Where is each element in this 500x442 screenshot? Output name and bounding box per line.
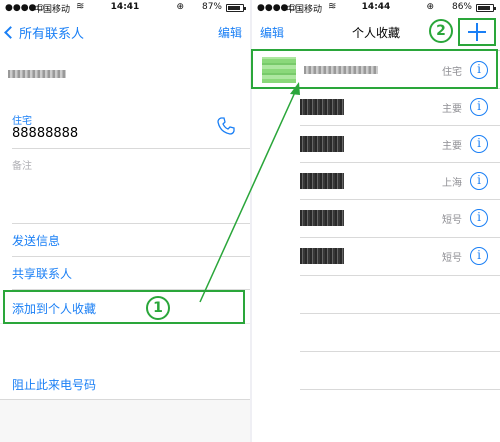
phone-icon[interactable] (216, 116, 236, 136)
info-icon[interactable]: i (470, 172, 488, 190)
contact-name-redacted (300, 173, 344, 189)
contact-name-redacted (300, 210, 344, 226)
phone-type-label: 住宅 (12, 116, 32, 127)
phone-number[interactable]: 88888888 (12, 126, 78, 141)
list-item[interactable]: 主要 i (252, 88, 500, 126)
contact-name-redacted (300, 99, 344, 115)
divider (12, 148, 250, 149)
note-label[interactable]: 备注 (12, 157, 32, 172)
list-item[interactable]: 上海 i (252, 162, 500, 200)
share-contact-link[interactable]: 共享联系人 (12, 265, 72, 282)
phone-type-label: 主要 (442, 104, 462, 115)
info-icon[interactable]: i (470, 98, 488, 116)
block-caller-link[interactable]: 阻止此来电号码 (12, 376, 96, 393)
info-icon[interactable]: i (470, 209, 488, 227)
highlight-plus-button (458, 18, 496, 46)
highlight-add-favorite (3, 290, 245, 324)
battery-icon (476, 4, 496, 12)
nav-bar: 所有联系人 编辑 (0, 16, 250, 50)
status-bar: ●●●●○ 中国移动 ≋ 14:44 ⊕ 86% (252, 0, 500, 16)
divider (12, 223, 250, 224)
contact-name-redacted (8, 70, 66, 78)
step-1-badge: 1 (146, 296, 170, 320)
phone-type-label: 短号 (442, 253, 462, 264)
phone-type-label: 短号 (442, 215, 462, 226)
phone-type-label: 主要 (442, 141, 462, 152)
info-icon[interactable]: i (470, 247, 488, 265)
status-bar: ●●●●○ 中国移动 ≋ 14:41 ⊕ 87% (0, 0, 250, 16)
list-item[interactable]: 主要 i (252, 125, 500, 163)
battery-percent: 86% (451, 2, 472, 12)
step-2-badge: 2 (429, 19, 453, 43)
info-icon[interactable]: i (470, 135, 488, 153)
edit-button[interactable]: 编辑 (218, 24, 242, 41)
list-item[interactable]: 短号 i (252, 199, 500, 237)
back-label: 所有联系人 (19, 27, 85, 42)
list-item[interactable]: 短号 i (252, 237, 500, 275)
phone-type-label: 上海 (442, 178, 462, 189)
back-button[interactable]: 所有联系人 (4, 23, 85, 42)
divider (300, 389, 500, 390)
divider (300, 313, 500, 314)
battery-icon (226, 4, 246, 12)
divider (12, 256, 250, 257)
contact-name-redacted (300, 136, 344, 152)
divider (300, 351, 500, 352)
bottom-area (0, 400, 250, 442)
send-message-link[interactable]: 发送信息 (12, 232, 60, 249)
contact-detail-screen: ●●●●○ 中国移动 ≋ 14:41 ⊕ 87% 所有联系人 编辑 住宅 888… (0, 0, 250, 442)
contact-name-redacted (300, 248, 344, 264)
orientation-lock-icon: ⊕ (176, 2, 184, 12)
orientation-lock-icon: ⊕ (426, 2, 434, 12)
chevron-left-icon (4, 26, 17, 39)
battery-percent: 87% (201, 2, 222, 12)
highlight-new-favorite (251, 49, 498, 89)
divider (300, 275, 500, 276)
